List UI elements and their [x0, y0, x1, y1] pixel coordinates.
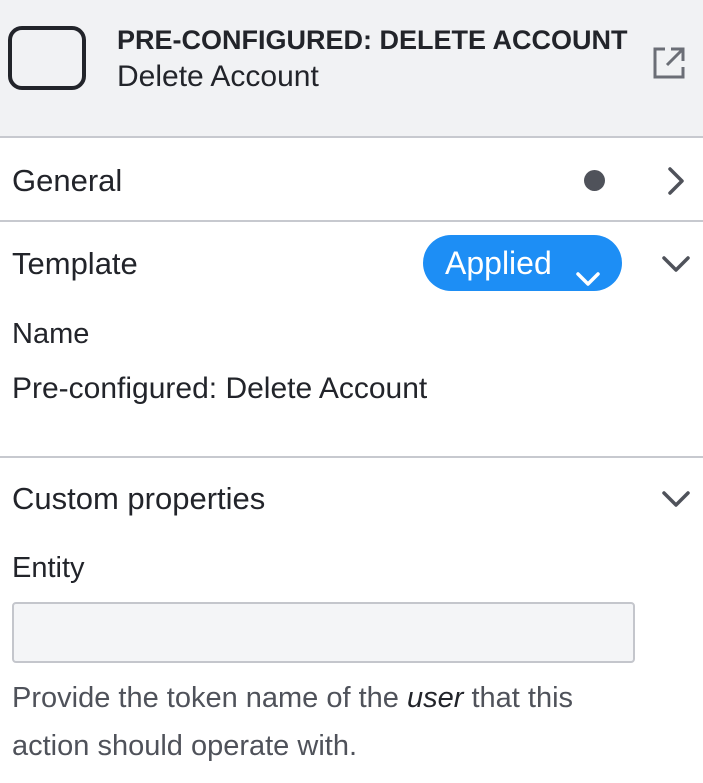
chevron-down-icon[interactable]	[661, 484, 691, 514]
chevron-right-icon[interactable]	[661, 166, 691, 196]
dot-icon	[584, 170, 605, 191]
template-applied-label: Applied	[445, 245, 552, 281]
help-text-emphasis: user	[406, 682, 464, 714]
help-text-prefix: Provide the token name of the	[12, 682, 407, 714]
template-section-title: Template	[12, 246, 138, 281]
template-name-value: Pre-configured: Delete Account	[12, 372, 428, 405]
element-name: Delete Account	[117, 60, 319, 93]
external-link-icon[interactable]	[652, 46, 686, 80]
rounded-square-icon	[8, 26, 86, 90]
custom-properties-title: Custom properties	[12, 481, 266, 516]
element-type-label: PRE-CONFIGURED: DELETE ACCOUNT	[117, 25, 628, 55]
chevron-down-icon	[576, 252, 600, 286]
entity-label: Entity	[12, 552, 85, 584]
template-applied-badge[interactable]: Applied	[423, 235, 622, 291]
template-name-label: Name	[12, 318, 90, 350]
general-section[interactable]: General	[0, 138, 703, 222]
properties-header: PRE-CONFIGURED: DELETE ACCOUNT Delete Ac…	[0, 0, 703, 138]
entity-help-text: Provide the token name of the user that …	[12, 674, 612, 770]
custom-properties-section: Custom properties Entity Provide the tok…	[0, 458, 703, 783]
template-section: Template Applied Name Pre-configured: De…	[0, 222, 703, 458]
entity-input[interactable]	[12, 602, 635, 663]
general-section-title: General	[12, 163, 123, 198]
chevron-down-icon[interactable]	[661, 249, 691, 279]
